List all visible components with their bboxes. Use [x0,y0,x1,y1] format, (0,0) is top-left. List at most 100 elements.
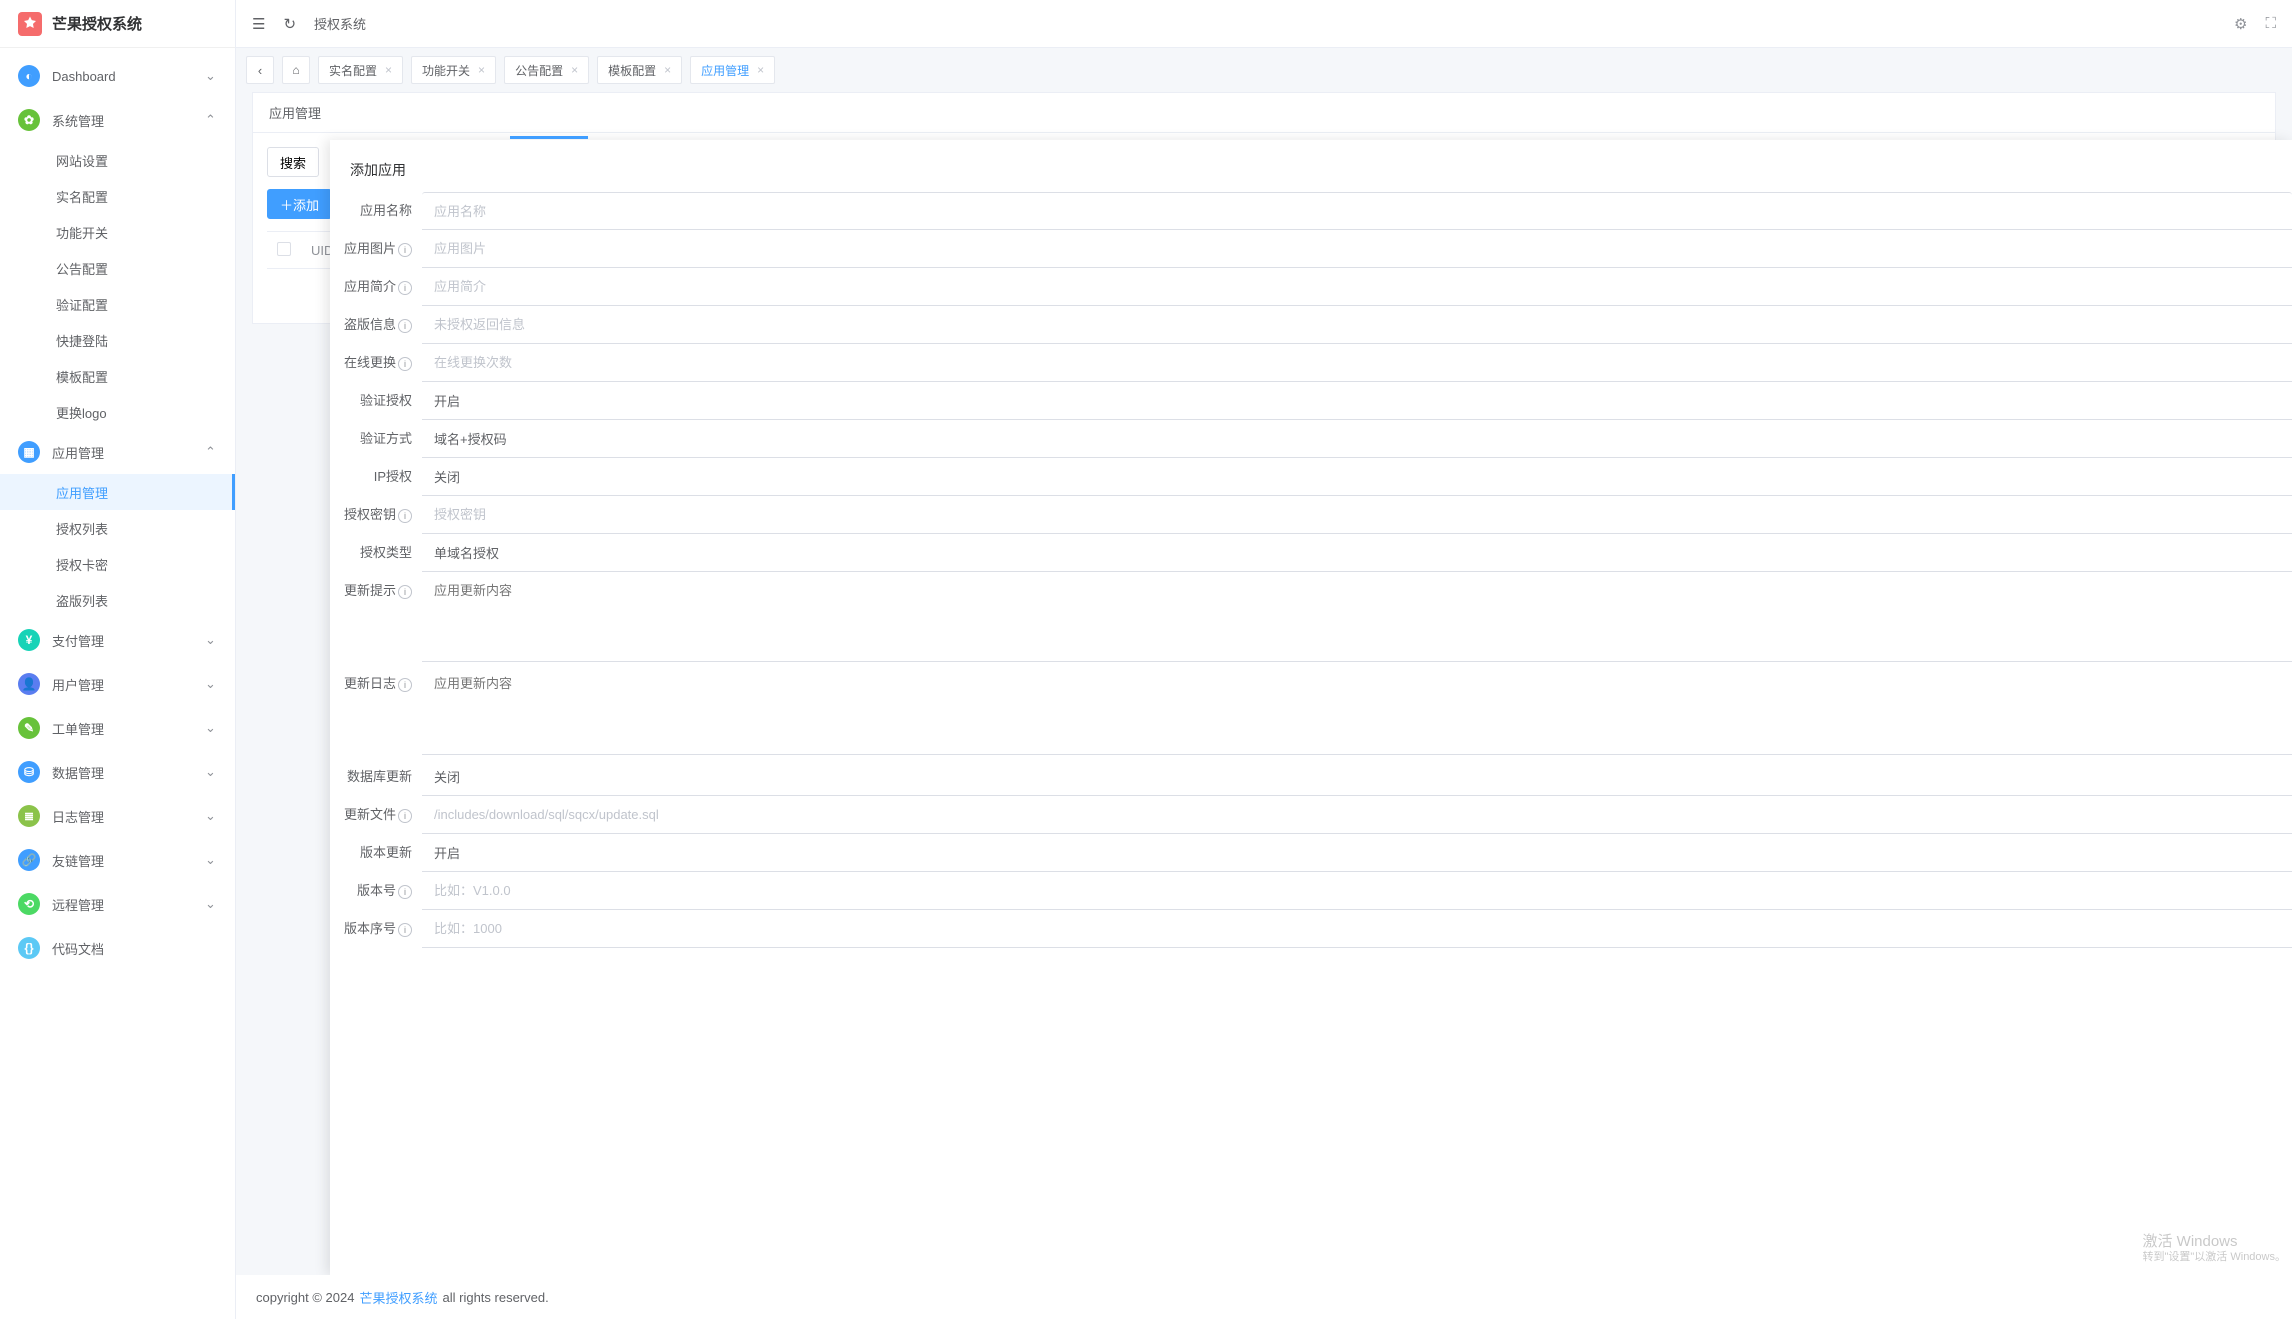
close-icon[interactable]: × [385,63,392,77]
chevron-down-icon: ⌄ [205,68,217,84]
form-input-2[interactable] [422,268,2292,306]
link-icon: 🔗 [18,849,40,871]
sidebar-child-logo[interactable]: 更换logo [0,394,235,430]
info-icon[interactable]: i [398,885,412,899]
sidebar-child-realname[interactable]: 实名配置 [0,178,235,214]
sidebar-child-authcard[interactable]: 授权卡密 [0,546,235,582]
sidebar-child-feature[interactable]: 功能开关 [0,214,235,250]
dashboard-icon: ◐ [18,65,40,87]
form-input-0[interactable] [422,192,2292,230]
user-icon: 👤 [18,673,40,695]
form-textarea-10[interactable] [422,572,2292,662]
sidebar-item-dashboard[interactable]: ◐ Dashboard ⌄ [0,54,235,98]
sidebar-item-label: 应用管理 [52,443,205,462]
tab-home[interactable]: ⌂ [282,56,310,84]
chevron-down-icon: ⌄ [205,852,217,868]
chevron-up-icon: ⌃ [205,444,217,460]
sidebar-item-system[interactable]: ✿ 系统管理 ⌃ [0,98,235,142]
sidebar-item-doc[interactable]: {} 代码文档 [0,926,235,970]
chevron-down-icon: ⌄ [205,808,217,824]
form-select-9[interactable]: 单域名授权 [422,534,2292,572]
brand: 芒果授权系统 [0,0,235,48]
sidebar-child-verify[interactable]: 验证配置 [0,286,235,322]
footer: copyright © 2024 芒果授权系统 all rights reser… [236,1275,2292,1319]
sidebar-child-pirate[interactable]: 盗版列表 [0,582,235,618]
sidebar-item-label: 友链管理 [52,851,205,870]
info-icon[interactable]: i [398,678,412,692]
sidebar-item-ticket[interactable]: ✎ 工单管理 ⌄ [0,706,235,750]
sidebar-item-app[interactable]: ▦ 应用管理 ⌃ [0,430,235,474]
sidebar-item-label: 远程管理 [52,895,205,914]
sidebar-item-user[interactable]: 👤 用户管理 ⌄ [0,662,235,706]
footer-link[interactable]: 芒果授权系统 [359,1288,437,1307]
close-icon[interactable]: × [757,63,764,77]
settings-icon[interactable]: ⚙ [2234,15,2247,33]
search-button[interactable]: 搜索 [267,147,319,177]
form-input-3[interactable] [422,306,2292,344]
tab-label: 实名配置 [329,62,377,79]
app-icon: ▦ [18,441,40,463]
info-icon[interactable]: i [398,319,412,333]
chevron-down-icon: ⌄ [205,896,217,912]
select-all-checkbox[interactable] [267,242,301,259]
tab-template[interactable]: 模板配置× [597,56,682,84]
info-icon[interactable]: i [398,243,412,257]
tab-prev-button[interactable]: ‹ [246,56,274,84]
sidebar-item-label: Dashboard [52,69,205,84]
info-icon[interactable]: i [398,281,412,295]
info-icon[interactable]: i [398,509,412,523]
info-icon[interactable]: i [398,357,412,371]
drawer-form: 应用名称应用图片i应用简介i盗版信息i在线更换i验证授权开启验证方式域名+授权码… [330,192,2292,1275]
form-input-13[interactable] [422,796,2292,834]
form-select-14[interactable]: 开启 [422,834,2292,872]
tab-notice[interactable]: 公告配置 × [504,56,589,84]
close-icon[interactable]: × [664,63,671,77]
add-button[interactable]: ＋ 添加 [267,189,332,219]
refresh-icon[interactable]: ↻ [283,15,296,33]
tab-label: 公告配置 [515,62,563,79]
sidebar-child-appmgmt[interactable]: 应用管理 [0,474,235,510]
tab-label: 功能开关 [422,62,470,79]
sidebar-child-template[interactable]: 模板配置 [0,358,235,394]
sidebar-item-pay[interactable]: ¥ 支付管理 ⌄ [0,618,235,662]
sidebar-item-link[interactable]: 🔗 友链管理 ⌄ [0,838,235,882]
form-input-15[interactable] [422,872,2292,910]
sidebar-item-log[interactable]: ≣ 日志管理 ⌄ [0,794,235,838]
sidebar-item-remote[interactable]: ⟲ 远程管理 ⌄ [0,882,235,926]
close-icon[interactable]: × [478,63,485,77]
info-icon[interactable]: i [398,585,412,599]
form-input-16[interactable] [422,910,2292,948]
tabbar: ‹ ⌂ 实名配置 × 功能开关 × 公告配置 × 模板配置× 应用管理× [236,48,2292,92]
topbar: ☰ ↻ ⚙ ⛶ [236,0,2292,48]
form-input-4[interactable] [422,344,2292,382]
form-select-6[interactable]: 域名+授权码 [422,420,2292,458]
brand-title: 芒果授权系统 [52,13,142,34]
ticket-icon: ✎ [18,717,40,739]
sidebar-child-quicklogin[interactable]: 快捷登陆 [0,322,235,358]
form-textarea-11[interactable] [422,665,2292,755]
tab-realname[interactable]: 实名配置 × [318,56,403,84]
form-input-8[interactable] [422,496,2292,534]
form-input-1[interactable] [422,230,2292,268]
sidebar-item-data[interactable]: ⛁ 数据管理 ⌄ [0,750,235,794]
info-icon[interactable]: i [398,809,412,823]
close-icon[interactable]: × [571,63,578,77]
breadcrumb [314,16,2216,31]
chevron-down-icon: ⌄ [205,632,217,648]
sidebar-item-label: 代码文档 [52,939,217,958]
sidebar-child-notice[interactable]: 公告配置 [0,250,235,286]
sidebar-item-label: 支付管理 [52,631,205,650]
fullscreen-icon[interactable]: ⛶ [2265,15,2276,32]
info-icon[interactable]: i [398,923,412,937]
collapse-icon[interactable]: ☰ [252,15,265,33]
form-label: 应用图片i [330,230,422,257]
gear-icon: ✿ [18,109,40,131]
form-select-5[interactable]: 开启 [422,382,2292,420]
form-label: 应用名称 [330,192,422,219]
sidebar-child-website[interactable]: 网站设置 [0,142,235,178]
form-select-12[interactable]: 关闭 [422,758,2292,796]
sidebar-child-authlist[interactable]: 授权列表 [0,510,235,546]
form-select-7[interactable]: 关闭 [422,458,2292,496]
tab-feature[interactable]: 功能开关 × [411,56,496,84]
tab-appmgmt[interactable]: 应用管理× [690,56,775,84]
